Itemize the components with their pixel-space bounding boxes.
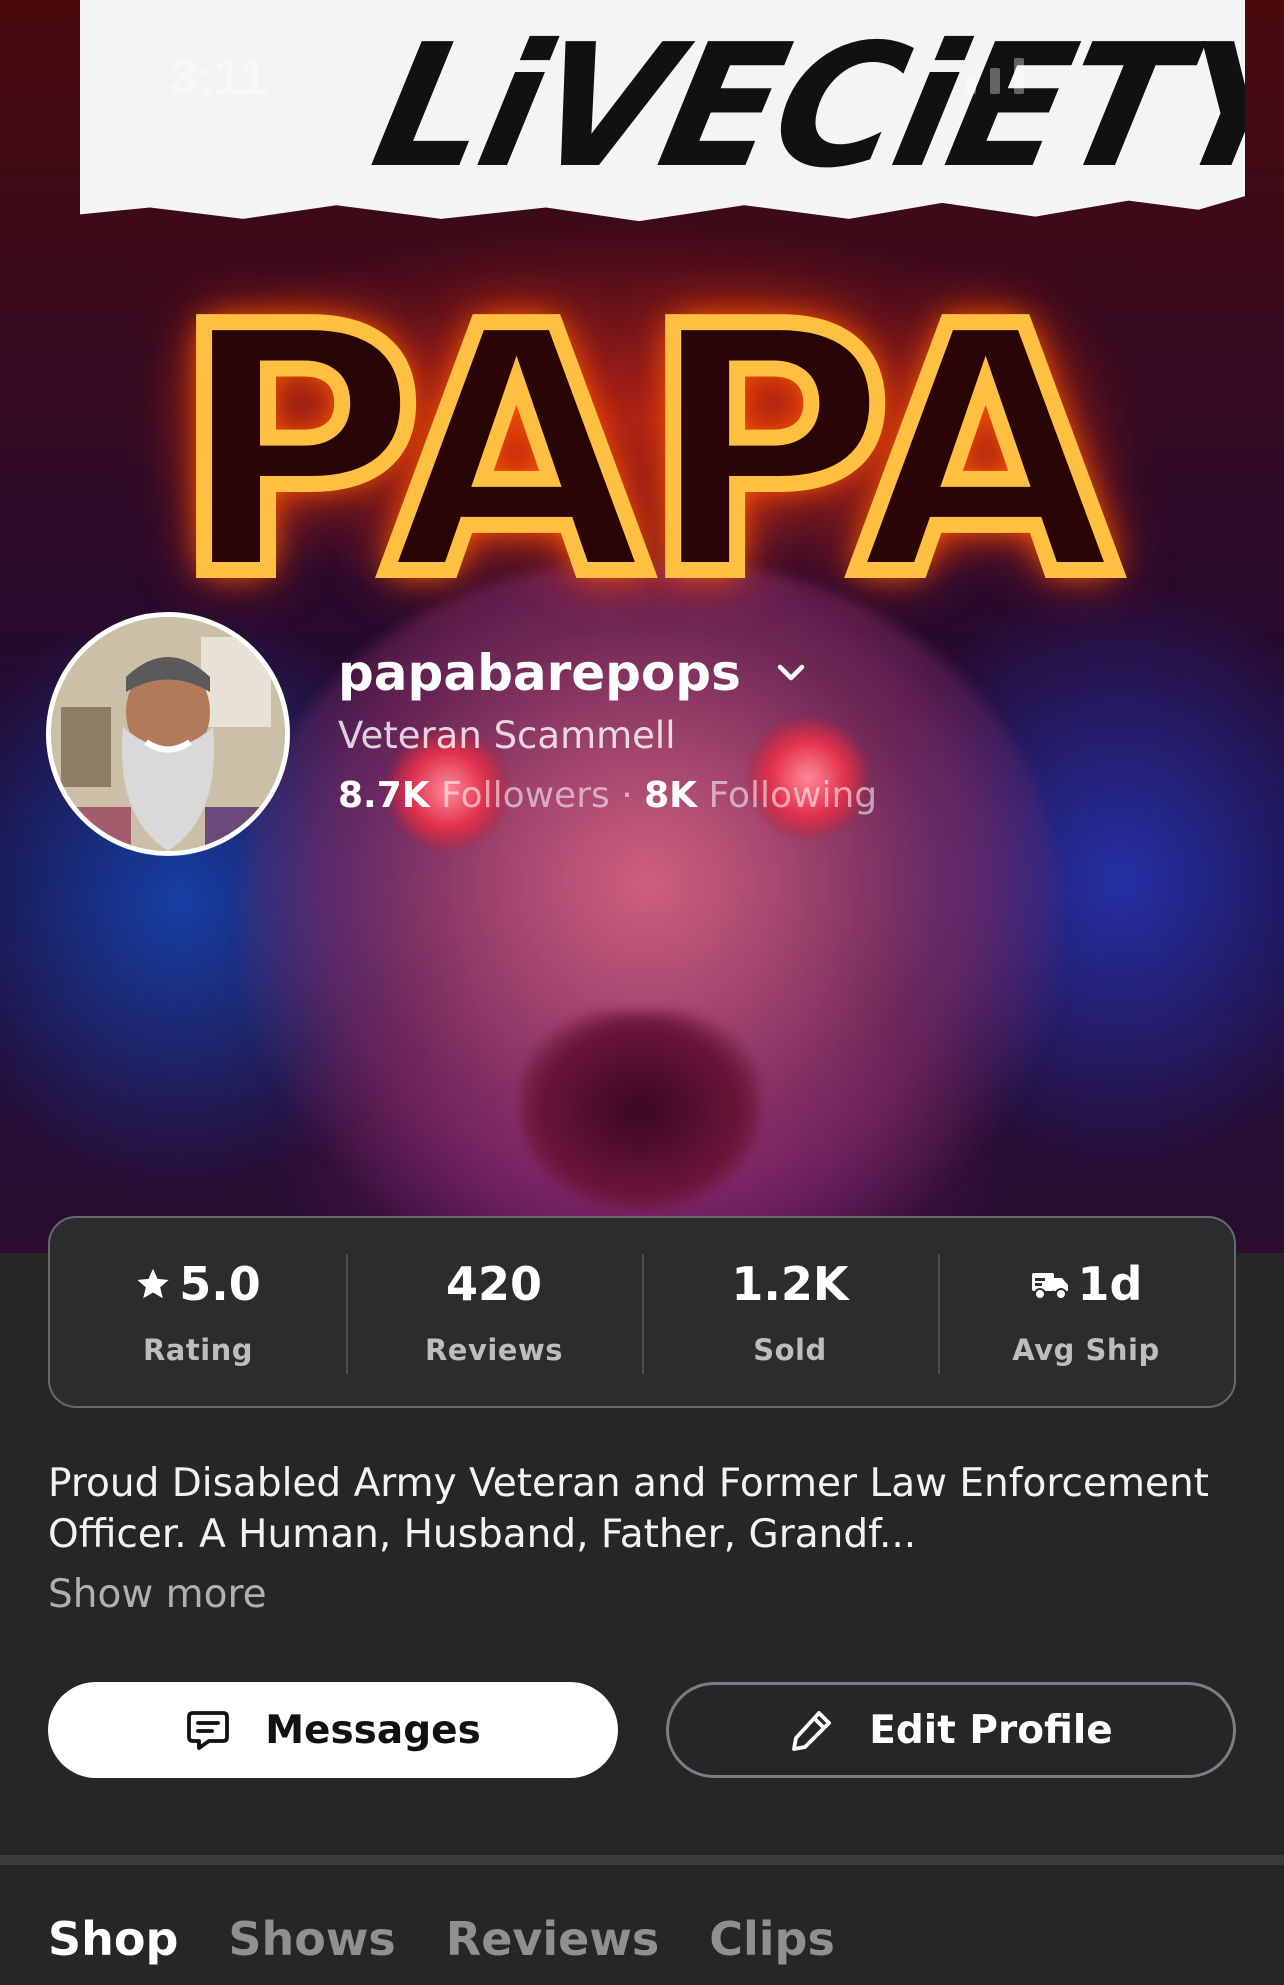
seller-stats-card: 5.0 Rating 420 Reviews 1.2K Sold 1d Avg … (48, 1216, 1236, 1408)
tab-shop[interactable]: Shop (48, 1912, 178, 1966)
section-divider (0, 1855, 1284, 1865)
banner-headline: PAPA (165, 247, 1125, 659)
following-count[interactable]: 8K (644, 775, 697, 816)
avatar[interactable] (46, 612, 290, 856)
star-icon (137, 1268, 169, 1299)
stat-value: 1d (1077, 1257, 1143, 1311)
tab-clips[interactable]: Clips (709, 1912, 835, 1966)
profile-bio: Proud Disabled Army Veteran and Former L… (48, 1461, 1209, 1557)
followers-count[interactable]: 8.7K (338, 775, 430, 816)
stat-value: 1.2K (731, 1257, 849, 1311)
chevron-down-icon[interactable] (771, 653, 811, 693)
profile-tagline: Veteran Scammell (338, 714, 676, 757)
messages-label: Messages (265, 1707, 481, 1753)
stat-avg-ship[interactable]: 1d Avg Ship (938, 1218, 1234, 1406)
bear-mouth (520, 1010, 760, 1210)
status-bar: 3:11 (0, 0, 1284, 130)
following-label[interactable]: Following (709, 775, 878, 816)
username-row[interactable]: papabarepops (338, 644, 877, 702)
stat-label: Sold (753, 1333, 827, 1367)
stat-reviews[interactable]: 420 Reviews (346, 1218, 642, 1406)
status-time: 3:11 (170, 49, 268, 105)
edit-profile-label: Edit Profile (869, 1707, 1113, 1753)
username[interactable]: papabarepops (338, 644, 741, 702)
messages-button[interactable]: Messages (48, 1682, 618, 1778)
separator: · (621, 775, 633, 816)
tab-reviews[interactable]: Reviews (446, 1912, 659, 1966)
profile-info: papabarepops Veteran Scammell 8.7K Follo… (338, 644, 877, 816)
followers-label[interactable]: Followers (441, 775, 610, 816)
stat-value: 5.0 (179, 1257, 261, 1311)
stat-label: Reviews (424, 1333, 564, 1367)
stat-sold[interactable]: 1.2K Sold (642, 1218, 938, 1406)
show-more-link[interactable]: Show more (48, 1572, 267, 1617)
pencil-icon (792, 1711, 832, 1751)
avatar-photo (51, 617, 285, 851)
stat-label: Avg Ship (1012, 1333, 1160, 1367)
truck-icon (1031, 1273, 1068, 1300)
tab-shows[interactable]: Shows (228, 1912, 395, 1966)
stat-label: Rating (142, 1333, 254, 1367)
signal-icon (966, 58, 1024, 94)
message-icon (187, 1711, 230, 1750)
follow-stats: 8.7K Followers · 8K Following (338, 775, 877, 816)
profile-tabs: Shop Shows Reviews Clips (48, 1912, 835, 1966)
edit-profile-button[interactable]: Edit Profile (666, 1682, 1236, 1778)
stat-rating[interactable]: 5.0 Rating (50, 1218, 346, 1406)
stat-value: 420 (445, 1257, 543, 1311)
